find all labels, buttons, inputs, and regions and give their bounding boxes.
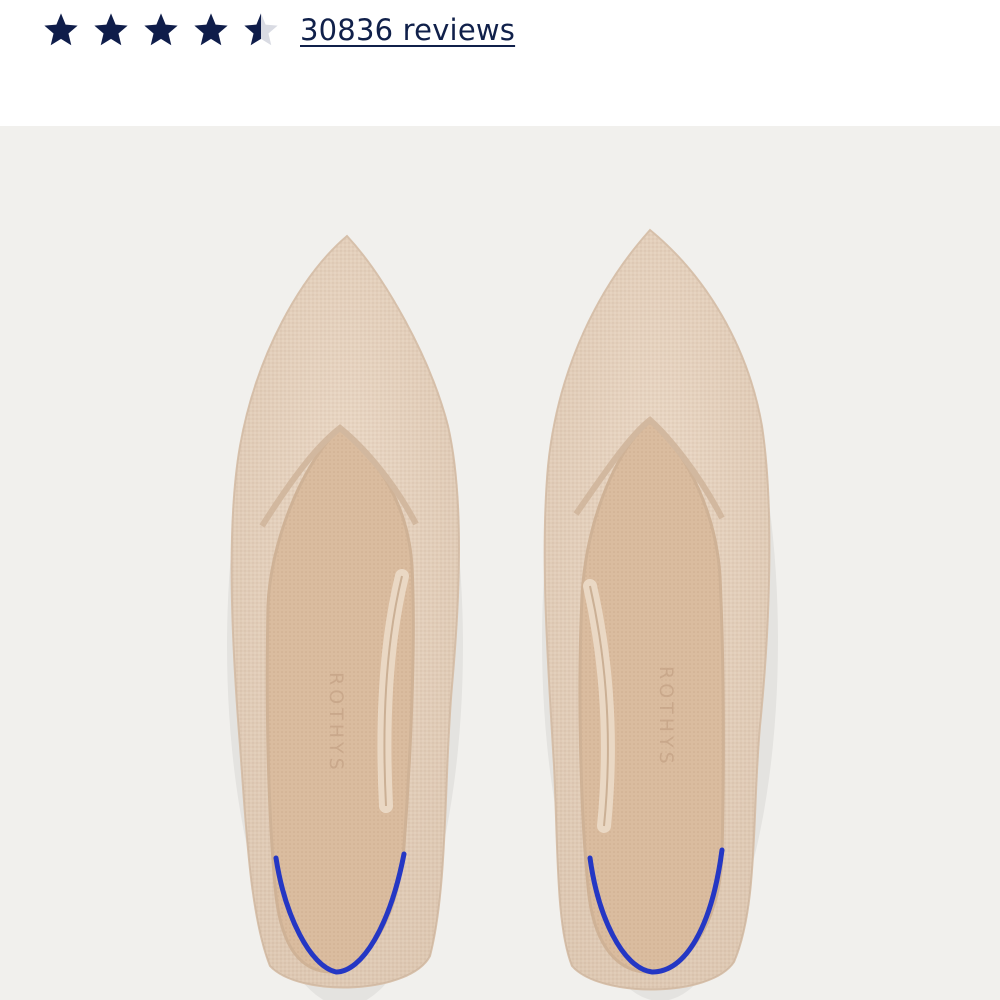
star-icon (244, 13, 278, 46)
star-icon (94, 13, 128, 46)
reviews-count-link[interactable]: 30836 reviews (300, 10, 515, 50)
star-icon (44, 13, 78, 46)
shoe-pair-icon: ROTHYS ROTHYS (227, 228, 778, 1000)
right-insole-brand: ROTHYS (655, 666, 677, 768)
star-rating[interactable] (42, 11, 292, 49)
star-icon (194, 13, 228, 46)
star-icon (144, 13, 178, 46)
left-shoe: ROTHYS (227, 234, 463, 1000)
rating-summary: 30836 reviews (42, 8, 515, 52)
left-insole-brand: ROTHYS (325, 672, 347, 774)
product-page: 30836 reviews ROTHYS ROTHYS (0, 0, 1000, 1000)
product-image[interactable]: ROTHYS ROTHYS (0, 126, 1000, 1000)
right-shoe: ROTHYS (542, 228, 778, 1000)
